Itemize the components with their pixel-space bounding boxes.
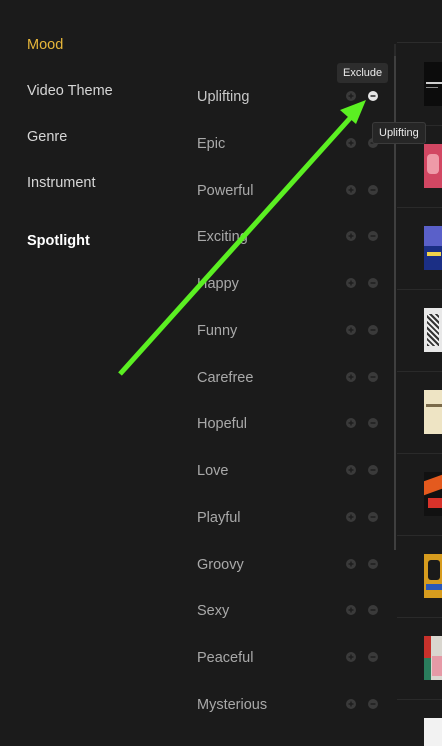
mood-name-tooltip: Uplifting — [372, 122, 426, 144]
album-thumbnail[interactable] — [424, 472, 442, 516]
row-divider — [397, 371, 442, 372]
exclude-icon[interactable] — [368, 371, 378, 382]
mood-label: Powerful — [197, 182, 254, 199]
album-thumbnail[interactable] — [424, 636, 442, 680]
album-thumbnail[interactable] — [424, 718, 442, 746]
nav-item-spotlight[interactable]: Spotlight — [27, 233, 90, 249]
mood-label: Playful — [197, 509, 241, 526]
mood-item[interactable]: Exciting — [185, 222, 390, 252]
mood-item[interactable]: Funny — [185, 316, 390, 346]
exclude-icon[interactable] — [368, 324, 378, 335]
album-thumbnail[interactable] — [424, 226, 442, 270]
album-thumbnail[interactable] — [424, 144, 442, 188]
include-icon[interactable] — [346, 418, 356, 429]
include-icon[interactable] — [346, 137, 356, 148]
mood-item[interactable]: Happy — [185, 269, 390, 299]
mood-item[interactable]: Peaceful — [185, 643, 390, 673]
row-divider — [397, 207, 442, 208]
exclude-icon[interactable] — [368, 184, 378, 195]
mood-label: Uplifting — [197, 89, 250, 105]
row-divider — [397, 453, 442, 454]
results-column — [397, 0, 442, 746]
include-icon[interactable] — [346, 558, 356, 569]
mood-label: Groovy — [197, 556, 244, 573]
mood-label: Hopeful — [197, 416, 247, 433]
mood-label: Happy — [197, 276, 239, 292]
row-divider — [397, 617, 442, 618]
mood-item[interactable]: Groovy — [185, 550, 390, 580]
include-icon[interactable] — [346, 91, 356, 101]
mood-label: Exciting — [197, 229, 248, 246]
exclude-icon[interactable] — [368, 511, 378, 522]
mood-list: Uplifting Epic Powerful Exciting Happy Funny C… — [185, 0, 395, 746]
include-icon[interactable] — [346, 605, 356, 616]
nav-item-instrument[interactable]: Instrument — [27, 175, 96, 191]
album-thumbnail[interactable] — [424, 554, 442, 598]
exclude-icon[interactable] — [368, 698, 378, 709]
mood-label: Mysterious — [197, 696, 268, 713]
exclude-icon[interactable] — [368, 652, 378, 662]
mood-label: Sexy — [197, 603, 230, 620]
include-icon[interactable] — [346, 324, 356, 335]
album-thumbnail[interactable] — [424, 390, 442, 434]
exclude-tooltip: Exclude — [337, 63, 389, 83]
row-divider — [397, 699, 442, 700]
include-icon[interactable] — [346, 371, 356, 382]
results-divider — [397, 42, 442, 43]
mood-label: Carefree — [197, 369, 254, 386]
album-thumbnail[interactable] — [424, 62, 442, 106]
mood-item[interactable]: Sexy — [185, 596, 390, 626]
exclude-icon[interactable] — [368, 558, 378, 569]
mood-item[interactable]: Love — [185, 456, 390, 486]
include-icon[interactable] — [346, 231, 356, 242]
mood-item[interactable]: Epic — [185, 129, 390, 159]
mood-item[interactable]: Carefree — [185, 363, 390, 393]
include-icon[interactable] — [346, 465, 356, 475]
album-thumbnail[interactable] — [424, 308, 442, 352]
mood-label: Love — [197, 463, 229, 479]
include-icon[interactable] — [346, 184, 356, 195]
mood-item[interactable]: Uplifting — [185, 82, 390, 112]
exclude-icon[interactable] — [368, 278, 378, 288]
mood-item[interactable]: Hopeful — [185, 409, 390, 439]
mood-item[interactable]: Mysterious — [185, 690, 390, 720]
include-icon[interactable] — [346, 511, 356, 522]
exclude-icon[interactable] — [368, 231, 378, 242]
row-divider — [397, 535, 442, 536]
mood-label: Funny — [197, 322, 238, 339]
nav-item-genre[interactable]: Genre — [27, 129, 67, 145]
include-icon[interactable] — [346, 698, 356, 709]
mood-label: Peaceful — [197, 650, 254, 666]
exclude-icon[interactable] — [368, 418, 378, 429]
row-divider — [397, 289, 442, 290]
music-filter-panel: Mood Video Theme Genre Instrument Spotli… — [0, 0, 442, 746]
exclude-icon[interactable] — [368, 91, 378, 101]
nav-item-video-theme[interactable]: Video Theme — [27, 83, 113, 99]
include-icon[interactable] — [346, 652, 356, 662]
category-nav: Mood Video Theme Genre Instrument Spotli… — [0, 0, 180, 746]
mood-label: Epic — [197, 135, 226, 152]
exclude-icon[interactable] — [368, 605, 378, 616]
mood-item[interactable]: Powerful — [185, 176, 390, 206]
nav-item-mood[interactable]: Mood — [27, 37, 63, 53]
mood-item[interactable]: Playful — [185, 503, 390, 533]
exclude-icon[interactable] — [368, 465, 378, 475]
include-icon[interactable] — [346, 278, 356, 288]
